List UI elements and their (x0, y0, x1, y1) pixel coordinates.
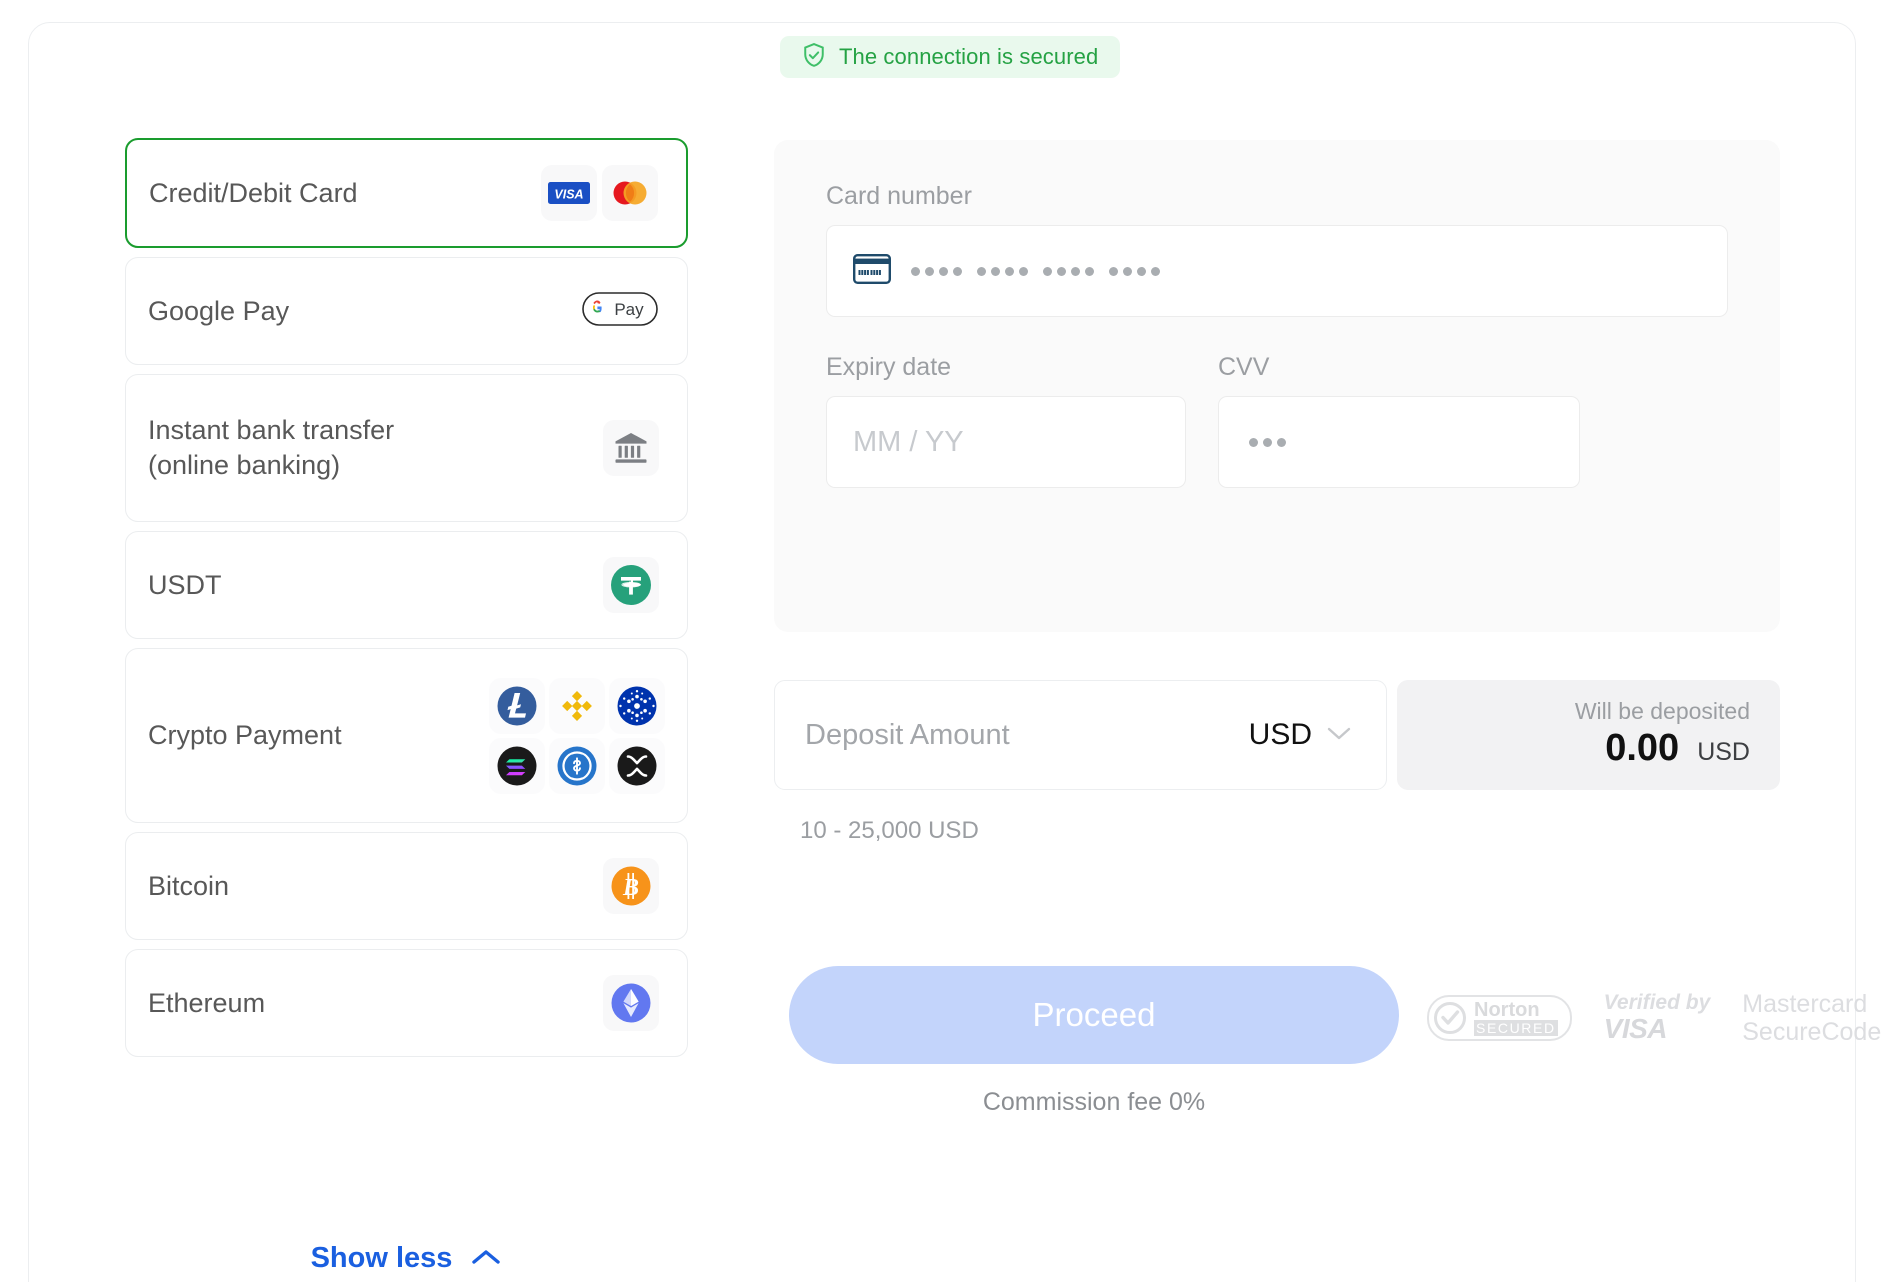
svg-text:B: B (622, 875, 639, 901)
google-pay-logo: Pay (581, 287, 659, 336)
sidebar-item-ethereum[interactable]: Ethereum (125, 949, 688, 1057)
bitcoin-logo: B (603, 858, 659, 914)
credit-card-icon (853, 253, 891, 289)
card-number-label: Card number (826, 182, 972, 210)
cvv-field: CVV (1218, 353, 1580, 488)
ethereum-logo (603, 975, 659, 1031)
cvv-input[interactable] (1218, 396, 1580, 488)
will-be-deposited-value: 0.00 (1605, 727, 1680, 769)
visa-badge-line2: VISA (1603, 1013, 1668, 1045)
deposit-limits: 10 - 25,000 USD (800, 817, 979, 844)
card-details-form: Card number Expiry date MM / YY CVV (774, 140, 1780, 632)
show-less-toggle[interactable]: Show less (125, 1242, 688, 1275)
deposit-amount-input[interactable]: Deposit Amount USD (774, 680, 1387, 790)
bank-icon (603, 420, 659, 476)
card-number-placeholder (911, 266, 1160, 276)
expiry-date-placeholder: MM / YY (853, 425, 964, 458)
cardano-logo (609, 677, 665, 734)
mastercard-logo (602, 165, 658, 221)
sidebar-item-usdt[interactable]: USDT (125, 531, 688, 639)
shield-check-icon (800, 41, 828, 74)
deposit-amount-row: Deposit Amount USD Will be deposited 0.0… (774, 680, 1780, 790)
norton-badge-line2: SECURED (1474, 1020, 1558, 1036)
expiry-date-label: Expiry date (826, 353, 952, 381)
deposit-amount-placeholder: Deposit Amount (805, 718, 1010, 751)
usdc-logo (549, 737, 605, 794)
method-label: USDT (148, 569, 222, 600)
payment-page: The connection is secured Credit/Debit C… (0, 0, 1882, 1282)
xrp-logo (609, 737, 665, 794)
binance-logo (549, 677, 605, 734)
will-be-deposited-panel: Will be deposited 0.00 USD (1397, 680, 1780, 790)
method-label: Crypto Payment (148, 720, 342, 751)
solana-logo (489, 737, 545, 794)
show-less-label: Show less (310, 1242, 453, 1274)
norton-badge-line1: Norton (1474, 999, 1540, 1021)
svg-text:VISA: VISA (554, 188, 583, 202)
payment-method-list: Credit/Debit Card VISA Google Pay Pay In… (125, 138, 688, 1066)
currency-value: USD (1248, 718, 1312, 751)
mc-badge-line2: SecureCode (1742, 1018, 1882, 1046)
secured-banner-text: The connection is secured (839, 44, 1099, 69)
sidebar-item-google-pay[interactable]: Google Pay Pay (125, 257, 688, 365)
tether-logo (603, 557, 659, 613)
method-label: Bitcoin (148, 870, 230, 901)
norton-check-icon (1434, 1002, 1466, 1034)
cvv-label: CVV (1218, 353, 1270, 381)
sidebar-item-instant-bank-transfer[interactable]: Instant bank transfer (online banking) (125, 374, 688, 522)
chevron-up-icon (470, 1242, 502, 1275)
verified-by-visa-badge: Verified by VISA (1603, 991, 1711, 1045)
currency-selector[interactable]: USD (1249, 718, 1352, 752)
method-label: Google Pay (148, 295, 290, 326)
sidebar-item-crypto-payment[interactable]: Crypto Payment (125, 648, 688, 823)
chevron-down-icon (1326, 725, 1352, 746)
mastercard-securecode-badge: Mastercard SecureCode (1742, 990, 1881, 1046)
method-label: Instant bank transfer (online banking) (148, 415, 395, 480)
litecoin-logo (489, 677, 545, 734)
sidebar-item-credit-debit-card[interactable]: Credit/Debit Card VISA (125, 138, 688, 248)
visa-logo: VISA (541, 165, 597, 221)
expiry-date-field: Expiry date MM / YY (826, 353, 1186, 488)
will-be-deposited-caption: Will be deposited (1574, 698, 1750, 724)
connection-secured-banner: The connection is secured (780, 36, 1121, 78)
expiry-date-input[interactable]: MM / YY (826, 396, 1186, 488)
card-number-input[interactable] (826, 225, 1728, 317)
commission-fee-text: Commission fee 0% (982, 1088, 1206, 1116)
method-label: Ethereum (148, 987, 266, 1018)
method-label: Credit/Debit Card (149, 177, 358, 208)
svg-text:Pay: Pay (614, 300, 644, 319)
proceed-button[interactable]: Proceed (789, 966, 1399, 1064)
norton-secured-badge: Norton SECURED (1427, 995, 1572, 1041)
sidebar-item-bitcoin[interactable]: Bitcoin B (125, 832, 688, 940)
mc-badge-line1: Mastercard (1742, 990, 1868, 1018)
crypto-icon-grid (489, 677, 665, 794)
cvv-placeholder (1245, 437, 1286, 447)
trust-badges: Norton SECURED Verified by VISA Masterca… (1427, 990, 1881, 1046)
visa-badge-line1: Verified by (1603, 991, 1711, 1015)
will-be-deposited-currency: USD (1697, 738, 1750, 766)
